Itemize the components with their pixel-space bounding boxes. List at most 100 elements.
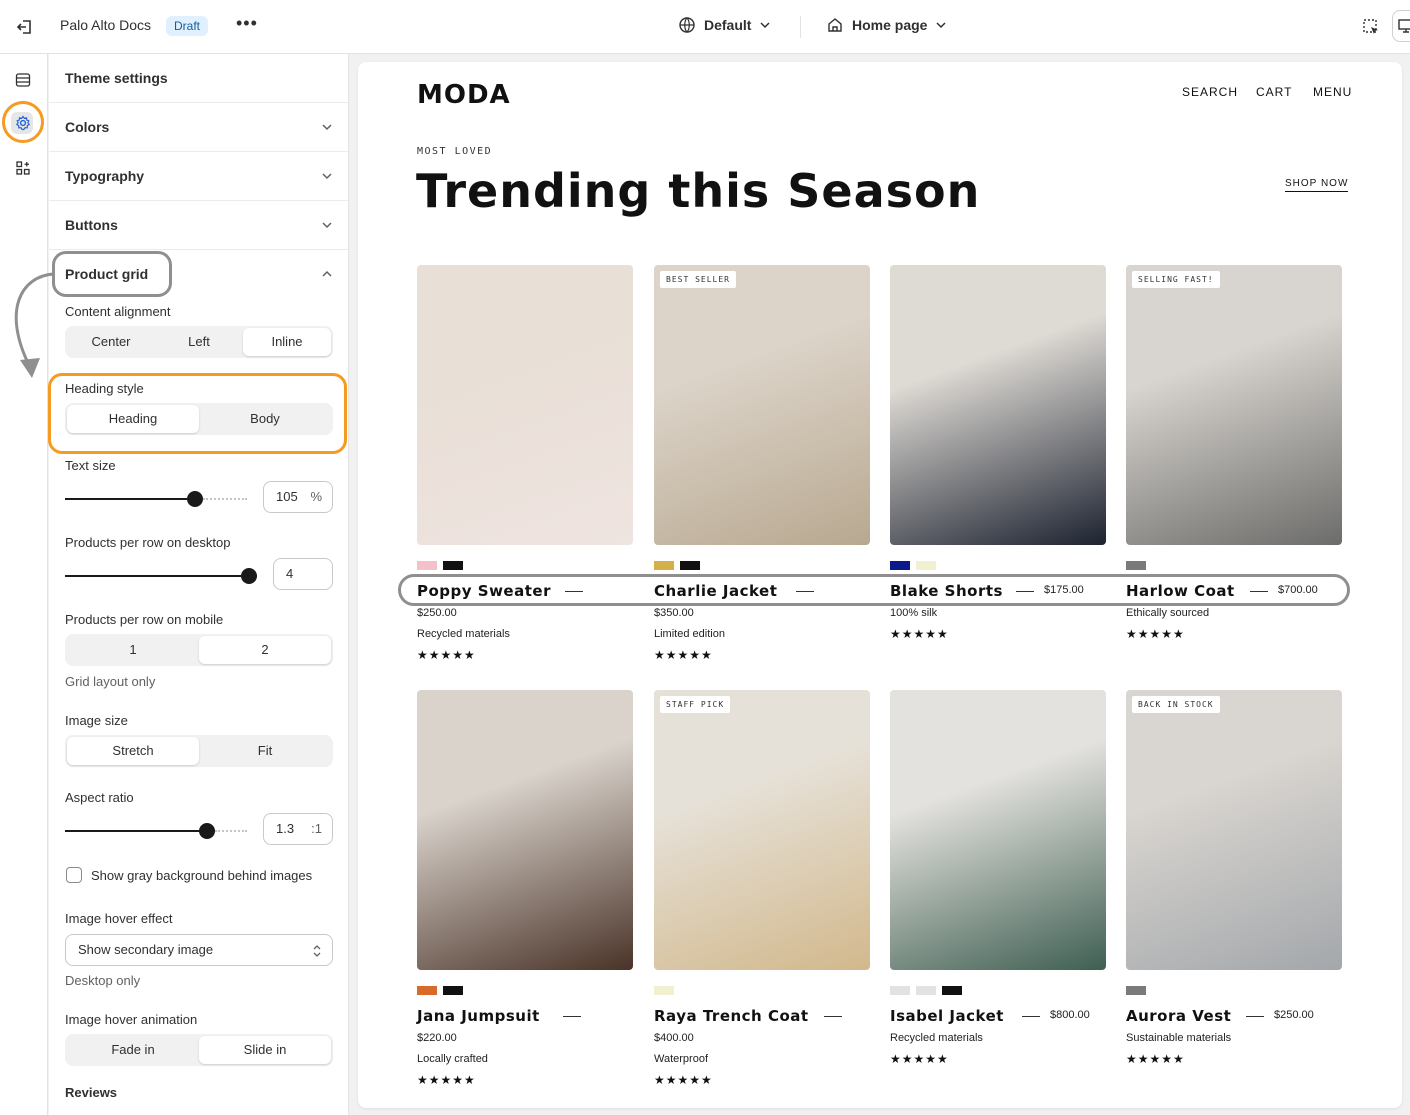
product-image[interactable] — [890, 265, 1106, 545]
slider-knob[interactable] — [241, 568, 257, 584]
product-note: Limited edition — [654, 628, 725, 640]
slider-track — [65, 498, 195, 500]
product-name[interactable]: Aurora Vest — [1126, 1007, 1231, 1025]
name-price-divider — [563, 1016, 581, 1017]
aspect-ratio-slider[interactable] — [65, 823, 247, 839]
slide-in-option[interactable]: Slide in — [199, 1036, 331, 1064]
grid-layout-hint: Grid layout only — [65, 674, 156, 689]
product-image[interactable] — [890, 690, 1106, 970]
product-price: $800.00 — [1050, 1009, 1090, 1021]
color-swatch[interactable] — [890, 986, 910, 995]
per-row-desktop-label: Products per row on desktop — [65, 535, 231, 550]
color-swatch[interactable] — [417, 986, 437, 995]
product-price: $250.00 — [417, 607, 457, 619]
section-label: Buttons — [65, 217, 118, 233]
section-colors[interactable]: Colors — [49, 102, 348, 151]
product-image[interactable]: SELLING FAST! — [1126, 265, 1342, 545]
per-row-desktop-value: 4 — [286, 566, 294, 581]
name-price-divider — [824, 1016, 842, 1017]
nav-search[interactable]: SEARCH — [1182, 85, 1238, 99]
hover-effect-value: Show secondary image — [78, 942, 214, 957]
product-note: 100% silk — [890, 607, 938, 619]
hover-animation-label: Image hover animation — [65, 1012, 198, 1027]
nav-cart[interactable]: CART — [1256, 85, 1292, 99]
store-title: Palo Alto Docs — [60, 17, 152, 33]
gray-background-checkbox[interactable] — [66, 867, 82, 883]
more-actions-button[interactable]: ••• — [236, 13, 258, 34]
nav-menu[interactable]: MENU — [1313, 85, 1352, 99]
theme-select[interactable]: Default — [678, 16, 771, 34]
page-select[interactable]: Home page — [826, 16, 947, 34]
aspect-ratio-input[interactable]: 1.3 :1 — [263, 813, 333, 845]
color-swatch[interactable] — [890, 561, 910, 570]
device-preview-button[interactable] — [1392, 10, 1410, 42]
select-arrows-icon — [313, 945, 321, 957]
rating-stars: ★★★★★ — [890, 627, 949, 641]
color-swatch[interactable] — [1126, 561, 1146, 570]
product-name[interactable]: Raya Trench Coat — [654, 1007, 809, 1025]
slider-knob[interactable] — [199, 823, 215, 839]
color-swatch[interactable] — [942, 986, 962, 995]
product-name-highlight — [398, 574, 1350, 606]
product-image[interactable] — [417, 690, 633, 970]
product-image[interactable]: BEST SELLER — [654, 265, 870, 545]
color-swatch[interactable] — [654, 986, 674, 995]
product-image[interactable]: STAFF PICK — [654, 690, 870, 970]
color-swatch[interactable] — [654, 561, 674, 570]
product-price: $400.00 — [654, 1032, 694, 1044]
align-inline-option[interactable]: Inline — [243, 328, 331, 356]
text-size-input[interactable]: 105 % — [263, 481, 333, 513]
chevron-up-icon — [322, 270, 332, 277]
apps-icon[interactable] — [12, 157, 34, 179]
chevron-down-icon — [322, 173, 332, 180]
section-buttons[interactable]: Buttons — [49, 200, 348, 249]
storefront-preview: MODA SEARCH CART MENU MOST LOVED Trendin… — [358, 62, 1402, 1108]
rating-stars: ★★★★★ — [654, 648, 713, 662]
mobile-2-option[interactable]: 2 — [199, 636, 331, 664]
panel-title: Theme settings — [65, 70, 168, 86]
color-swatch[interactable] — [916, 986, 936, 995]
product-image[interactable] — [417, 265, 633, 545]
color-swatch[interactable] — [916, 561, 936, 570]
product-image[interactable]: BACK IN STOCK — [1126, 690, 1342, 970]
product-name[interactable]: Isabel Jacket — [890, 1007, 1004, 1025]
section-typography[interactable]: Typography — [49, 151, 348, 200]
content-alignment-label: Content alignment — [65, 304, 171, 319]
text-size-slider[interactable] — [65, 491, 247, 507]
shop-now-link[interactable]: SHOP NOW — [1285, 178, 1349, 192]
fit-option[interactable]: Fit — [199, 737, 331, 765]
mobile-1-option[interactable]: 1 — [67, 636, 199, 664]
aspect-ratio-value: 1.3 — [276, 821, 295, 836]
hover-animation-control: Fade in Slide in — [65, 1034, 333, 1066]
stretch-option[interactable]: Stretch — [67, 737, 199, 765]
color-swatch[interactable] — [1126, 986, 1146, 995]
product-note: Sustainable materials — [1126, 1032, 1232, 1044]
hover-effect-select[interactable]: Show secondary image — [65, 934, 333, 966]
aspect-ratio-unit: :1 — [311, 821, 322, 836]
align-left-option[interactable]: Left — [155, 328, 243, 356]
align-center-option[interactable]: Center — [67, 328, 155, 356]
color-swatch[interactable] — [443, 561, 463, 570]
product-name[interactable]: Jana Jumpsuit — [417, 1007, 540, 1025]
slider-remainder — [203, 498, 247, 500]
fade-in-option[interactable]: Fade in — [67, 1036, 199, 1064]
sections-icon[interactable] — [12, 69, 34, 91]
inspector-icon[interactable] — [1360, 16, 1382, 38]
text-size-unit: % — [310, 489, 322, 504]
text-size-label: Text size — [65, 458, 116, 473]
color-swatch[interactable] — [680, 561, 700, 570]
color-swatches — [890, 986, 962, 995]
highlight-ring — [2, 101, 44, 143]
color-swatches — [890, 561, 936, 570]
slider-remainder — [215, 830, 247, 832]
image-size-control: Stretch Fit — [65, 735, 333, 767]
rating-stars: ★★★★★ — [654, 1073, 713, 1087]
per-row-desktop-slider[interactable] — [65, 568, 257, 584]
per-row-desktop-input[interactable]: 4 — [273, 558, 333, 590]
reviews-heading[interactable]: Reviews — [65, 1085, 117, 1100]
slider-knob[interactable] — [187, 491, 203, 507]
store-logo[interactable]: MODA — [417, 80, 511, 110]
color-swatch[interactable] — [443, 986, 463, 995]
color-swatch[interactable] — [417, 561, 437, 570]
exit-icon[interactable] — [14, 16, 36, 38]
